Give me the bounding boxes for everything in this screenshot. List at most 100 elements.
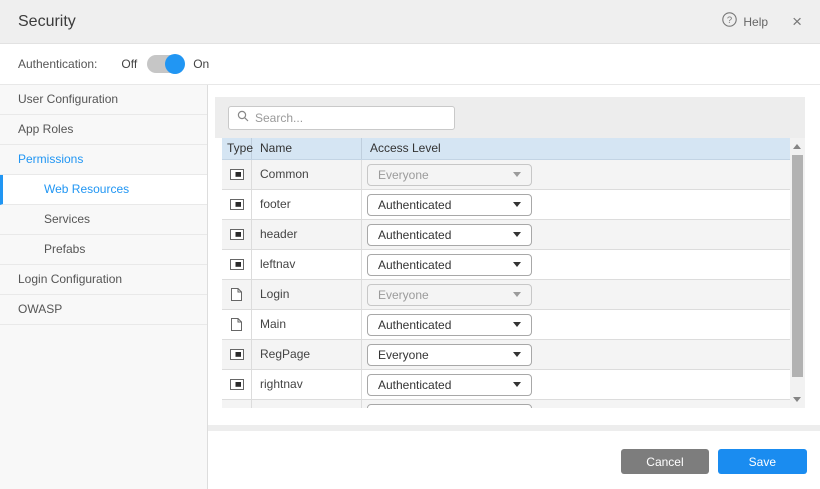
access-level-dropdown[interactable] — [367, 404, 532, 409]
toggle-knob — [165, 54, 185, 74]
table-row: RegPage Everyone — [222, 340, 790, 370]
chevron-down-icon — [513, 172, 521, 177]
chevron-down-icon — [513, 352, 521, 357]
resource-name: Common — [252, 160, 362, 189]
sidebar-item-web-resources[interactable]: Web Resources — [0, 175, 207, 205]
access-level-value: Authenticated — [378, 378, 451, 392]
resource-name: footer — [252, 190, 362, 219]
table-row: rightnavAuthenticated — [222, 370, 790, 400]
page-title: Security — [18, 13, 76, 31]
type-cell — [222, 310, 252, 339]
content-panel: Type Name Access Level Common Everyone foo… — [208, 85, 820, 489]
chevron-down-icon — [513, 202, 521, 207]
access-level-dropdown: Everyone — [367, 284, 532, 306]
type-cell — [222, 280, 252, 309]
table-row: Common Everyone — [222, 160, 790, 190]
type-cell — [222, 340, 252, 369]
access-cell: Everyone — [362, 160, 790, 189]
chevron-down-icon — [513, 262, 521, 267]
access-cell: Authenticated — [362, 250, 790, 279]
table-row: leftnavAuthenticated — [222, 250, 790, 280]
access-cell: Everyone — [362, 340, 790, 369]
scroll-down-icon[interactable] — [793, 397, 801, 402]
type-cell — [222, 190, 252, 219]
toggle-off-label: Off — [121, 57, 137, 71]
access-level-dropdown[interactable]: Everyone — [367, 344, 532, 366]
help-label: Help — [743, 15, 768, 29]
access-level-dropdown[interactable]: Authenticated — [367, 224, 532, 246]
save-button[interactable]: Save — [718, 449, 807, 474]
access-level-value: Authenticated — [378, 318, 451, 332]
security-dialog: Security ? Help × Authentication: Off On… — [0, 0, 820, 489]
access-level-value: Authenticated — [378, 198, 451, 212]
chevron-down-icon — [513, 292, 521, 297]
sidebar-item-prefabs[interactable]: Prefabs — [0, 235, 207, 265]
help-button[interactable]: ? Help — [722, 12, 768, 32]
access-cell: Authenticated — [362, 190, 790, 219]
type-cell — [222, 160, 252, 189]
access-level-value: Authenticated — [378, 228, 451, 242]
chevron-down-icon — [513, 322, 521, 327]
page-icon — [231, 318, 242, 331]
access-level-value: Everyone — [378, 168, 429, 182]
type-cell — [222, 250, 252, 279]
access-level-dropdown[interactable]: Authenticated — [367, 254, 532, 276]
access-level-dropdown[interactable]: Authenticated — [367, 314, 532, 336]
partial-icon — [230, 229, 244, 240]
cancel-button[interactable]: Cancel — [621, 449, 708, 474]
close-icon[interactable]: × — [792, 13, 802, 30]
web-resources-grid: Type Name Access Level Common Everyone foo… — [215, 97, 805, 408]
access-level-dropdown: Everyone — [367, 164, 532, 186]
footer-divider — [208, 425, 820, 431]
scrollbar-thumb[interactable] — [792, 155, 803, 377]
column-header-access: Access Level — [362, 138, 790, 159]
table-body: CommonEveryonefooterAuthenticatedheaderA… — [222, 160, 790, 408]
vertical-scrollbar[interactable] — [790, 138, 805, 408]
access-cell: Everyone — [362, 280, 790, 309]
sidebar-item-owasp[interactable]: OWASP — [0, 295, 207, 325]
access-level-value: Everyone — [378, 348, 429, 362]
table-row: header Authenticated — [222, 220, 790, 250]
access-level-value: Everyone — [378, 288, 429, 302]
table-row: footer Authenticated — [222, 190, 790, 220]
authentication-toggle[interactable] — [147, 55, 183, 73]
resource-name: header — [252, 220, 362, 249]
search-box[interactable] — [228, 106, 455, 130]
sidebar-item-services[interactable]: Services — [0, 205, 207, 235]
resource-name: leftnav — [252, 250, 362, 279]
access-level-dropdown[interactable]: Authenticated — [367, 194, 532, 216]
resource-name: Main — [252, 310, 362, 339]
chevron-down-icon — [513, 232, 521, 237]
table-area: Type Name Access Level Common Everyone foo… — [215, 138, 805, 408]
grid-toolbar — [215, 97, 805, 138]
table-row: Main Authenticated — [222, 310, 790, 340]
svg-text:?: ? — [727, 15, 732, 26]
footer-buttons: Cancel Save — [621, 449, 807, 474]
partial-icon — [230, 349, 244, 360]
authentication-bar: Authentication: Off On — [0, 44, 820, 85]
search-icon — [237, 109, 249, 127]
sidebar-item-login-configuration[interactable]: Login Configuration — [0, 265, 207, 295]
partial-icon — [230, 169, 244, 180]
sidebar-item-app-roles[interactable]: App Roles — [0, 115, 207, 145]
scroll-up-icon[interactable] — [793, 144, 801, 149]
resource-name: RegPage — [252, 340, 362, 369]
sidebar-item-user-configuration[interactable]: User Configuration — [0, 85, 207, 115]
search-input[interactable] — [255, 111, 446, 125]
page-icon — [231, 288, 242, 301]
type-cell — [222, 370, 252, 399]
authentication-label: Authentication: — [18, 57, 97, 71]
sidebar-item-permissions[interactable]: Permissions — [0, 145, 207, 175]
access-level-dropdown[interactable]: Authenticated — [367, 374, 532, 396]
type-cell — [222, 220, 252, 249]
partial-icon — [230, 259, 244, 270]
access-cell: Authenticated — [362, 310, 790, 339]
column-header-name: Name — [252, 138, 362, 159]
resource-name — [252, 400, 362, 408]
access-cell: Authenticated — [362, 370, 790, 399]
partially-visible-row — [222, 400, 790, 408]
column-header-type: Type — [222, 138, 252, 159]
sidebar: User ConfigurationApp RolesPermissionsWe… — [0, 85, 208, 489]
dialog-body: User ConfigurationApp RolesPermissionsWe… — [0, 85, 820, 489]
permissions-table: Type Name Access Level Common Everyone foo… — [222, 138, 790, 408]
